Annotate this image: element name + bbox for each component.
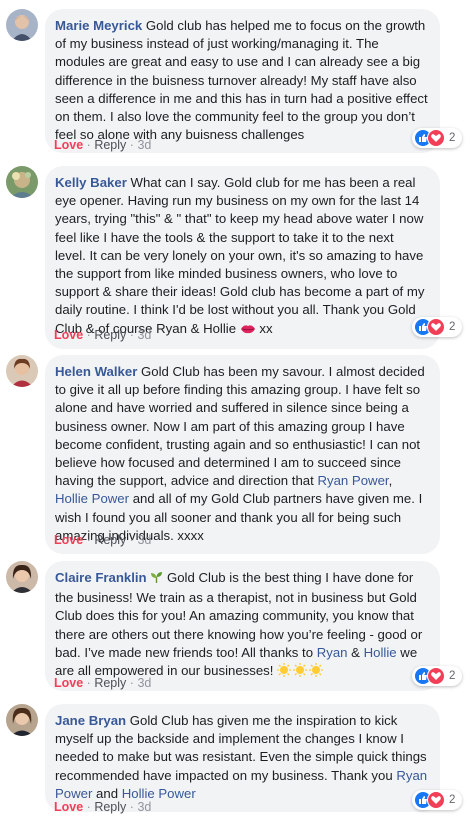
mention-link[interactable]: Hollie Power [122, 786, 196, 801]
comment-actions: Love · Reply · 3d [54, 138, 151, 152]
timestamp[interactable]: 3d [137, 676, 151, 690]
separator: · [86, 533, 91, 547]
love-reaction-link[interactable]: Love [54, 676, 83, 690]
sun-emoji-icon [277, 663, 325, 682]
love-reaction-link[interactable]: Love [54, 138, 83, 152]
comment-actions: Love · Reply · 3d [54, 800, 151, 814]
reaction-count: 2 [449, 794, 456, 806]
timestamp[interactable]: 3d [137, 533, 151, 547]
avatar[interactable] [6, 166, 38, 198]
timestamp[interactable]: 3d [137, 800, 151, 814]
mention-link[interactable]: Ryan Power [317, 473, 388, 488]
separator: · [86, 138, 91, 152]
avatar[interactable] [6, 561, 38, 593]
separator: · [129, 138, 134, 152]
comment-bubble: Kelly Baker What can I say. Gold club fo… [45, 166, 440, 349]
comment-text: What can I say. Gold club for me has bee… [55, 175, 425, 336]
plant-emoji-icon [150, 571, 163, 589]
comment-text-end: xx [255, 320, 273, 336]
reaction-count: 2 [449, 321, 456, 333]
separator: · [129, 676, 134, 690]
reply-link[interactable]: Reply [94, 533, 126, 547]
love-reaction-link[interactable]: Love [54, 800, 83, 814]
love-icon [427, 791, 445, 809]
comment-author[interactable]: Kelly Baker [55, 175, 127, 190]
reply-link[interactable]: Reply [94, 800, 126, 814]
love-icon [427, 129, 445, 147]
timestamp[interactable]: 3d [137, 138, 151, 152]
avatar[interactable] [6, 9, 38, 41]
lips-emoji-icon [240, 322, 256, 340]
comment-author[interactable]: Marie Meyrick [55, 18, 142, 33]
comment-bubble: Claire Franklin Gold Club is the best th… [45, 561, 440, 692]
reaction-summary[interactable]: 2 [412, 317, 462, 337]
comment-text-mid: & [347, 644, 364, 660]
reaction-count: 2 [449, 132, 456, 144]
love-reaction-link[interactable]: Love [54, 328, 83, 342]
mention-link[interactable]: Hollie [364, 645, 397, 660]
separator: · [86, 676, 91, 690]
separator: · [129, 533, 134, 547]
love-icon [427, 667, 445, 685]
separator: · [129, 800, 134, 814]
avatar[interactable] [6, 355, 38, 387]
comment-author[interactable]: Helen Walker [55, 364, 137, 379]
reaction-count: 2 [449, 670, 456, 682]
comment-text: Gold Club has been my savour. I almost d… [55, 364, 425, 489]
reply-link[interactable]: Reply [94, 676, 126, 690]
comment-actions: Love · Reply · 3d [54, 676, 151, 690]
mention-link[interactable]: Hollie Power [55, 491, 129, 506]
timestamp[interactable]: 3d [137, 328, 151, 342]
comment-text-mid: and [92, 785, 122, 801]
comment-bubble: Marie Meyrick Gold club has helped me to… [45, 9, 440, 154]
avatar[interactable] [6, 704, 38, 736]
comment-author[interactable]: Jane Bryan [55, 713, 126, 728]
comment-actions: Love · Reply · 3d [54, 328, 151, 342]
separator: · [86, 328, 91, 342]
comment-text: Gold club has helped me to focus on the … [55, 18, 428, 143]
comment-bubble: Jane Bryan Gold Club has given me the in… [45, 704, 440, 813]
comment-bubble: Helen Walker Gold Club has been my savou… [45, 355, 440, 555]
love-icon [427, 318, 445, 336]
reaction-summary[interactable]: 2 [412, 128, 462, 148]
separator: · [129, 328, 134, 342]
reaction-summary[interactable]: 2 [412, 790, 462, 810]
comment-text-mid: , [388, 473, 393, 489]
separator: · [86, 800, 91, 814]
love-reaction-link[interactable]: Love [54, 533, 83, 547]
mention-link[interactable]: Ryan [317, 645, 348, 660]
reply-link[interactable]: Reply [94, 328, 126, 342]
comment-author[interactable]: Claire Franklin [55, 570, 147, 585]
reaction-summary[interactable]: 2 [412, 666, 462, 686]
comment-actions: Love · Reply · 3d [54, 533, 151, 547]
reply-link[interactable]: Reply [94, 138, 126, 152]
